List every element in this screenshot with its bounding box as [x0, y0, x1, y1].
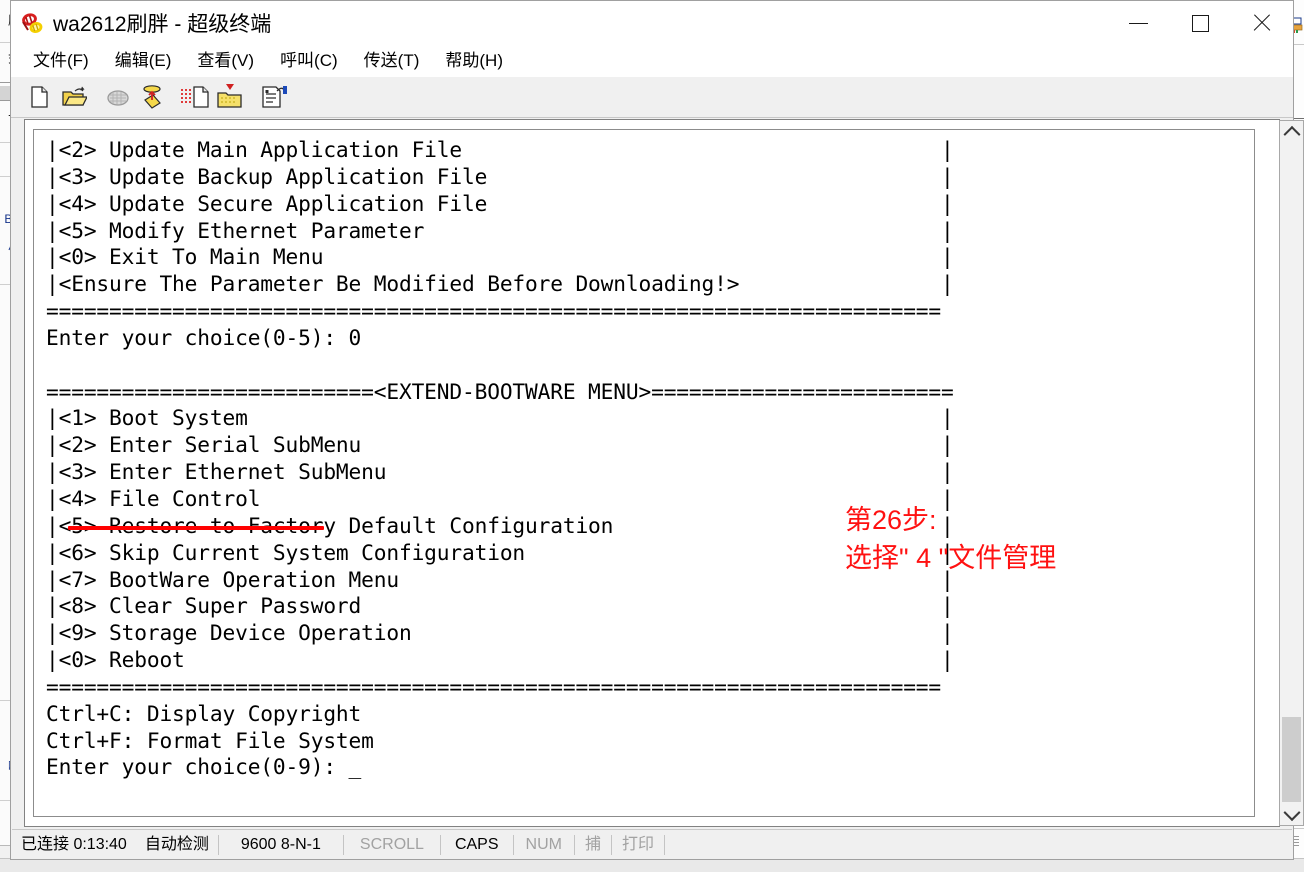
annotation-line-2: 选择" 4 "文件管理 [845, 543, 1057, 573]
menu-file[interactable]: 文件(F) [23, 46, 99, 76]
status-connected: 已连接 0:13:40 [21, 835, 127, 853]
terminal-output: |<2> Update Main Application File | |<3>… [46, 137, 954, 780]
status-serial: 9600 8-N-1 [240, 835, 321, 853]
menu-view[interactable]: 查看(V) [187, 46, 264, 76]
disconnect-button[interactable] [103, 82, 133, 112]
status-detect: 自动检测 [144, 835, 209, 853]
status-scroll: SCROLL [359, 835, 424, 853]
terminal-scrollbar[interactable] [1279, 120, 1304, 826]
menu-help[interactable]: 帮助(H) [435, 46, 513, 76]
close-button[interactable] [1231, 1, 1293, 45]
send-file-icon [181, 86, 209, 108]
menu-call[interactable]: 呼叫(C) [270, 46, 348, 76]
disconnect-phone-icon [107, 90, 129, 106]
open-folder-icon [62, 86, 87, 106]
hyperterminal-window: wa2612刷胖 - 超级终端 文件(F) 编辑(E) 查看(V) 呼叫(C) … [10, 0, 1304, 860]
chevron-down-icon [1283, 803, 1300, 821]
terminal-screen[interactable]: |<2> Update Main Application File | |<3>… [33, 129, 1255, 817]
screen: 刷 式 下 BC 片 2 哪 [0, 0, 1304, 872]
properties-icon [262, 86, 287, 108]
call-phone-icon [143, 85, 161, 109]
status-bar: 已连接 0:13:40 自动检测 9600 8-N-1 SCROLL CAPS … [12, 829, 1292, 859]
menu-edit[interactable]: 编辑(E) [105, 46, 182, 76]
maximize-button[interactable] [1169, 1, 1231, 45]
status-caps: CAPS [454, 835, 499, 853]
window-title: wa2612刷胖 - 超级终端 [53, 13, 272, 36]
status-separator [663, 834, 665, 855]
minimize-icon [1128, 22, 1148, 24]
hyperterminal-icon [19, 10, 45, 36]
status-print: 打印 [621, 835, 654, 853]
send-file-button[interactable] [181, 82, 211, 112]
menu-transfer[interactable]: 传送(T) [354, 46, 430, 76]
receive-file-icon [217, 84, 242, 108]
title-bar: wa2612刷胖 - 超级终端 [11, 1, 1293, 45]
maximize-icon [1191, 14, 1209, 32]
minimize-button[interactable] [1107, 1, 1169, 45]
scrollbar-up-button[interactable] [1280, 121, 1303, 144]
receive-file-button[interactable] [215, 82, 245, 112]
annotation-text: 第26步: 选择" 4 "文件管理 [845, 501, 1056, 577]
close-icon [1251, 12, 1273, 34]
chevron-up-icon [1283, 125, 1300, 143]
scrollbar-down-button[interactable] [1280, 802, 1303, 825]
call-button[interactable] [137, 82, 167, 112]
open-button[interactable] [59, 82, 89, 112]
menu-bar: 文件(F) 编辑(E) 查看(V) 呼叫(C) 传送(T) 帮助(H) [11, 45, 1293, 78]
annotation-underline [68, 526, 324, 530]
new-connection-icon [31, 86, 48, 108]
scrollbar-thumb[interactable] [1282, 717, 1301, 802]
status-num: NUM [525, 835, 562, 853]
status-capture: 捕 [584, 835, 601, 853]
tool-bar [11, 77, 1293, 118]
annotation-line-1: 第26步: [845, 505, 937, 535]
properties-button[interactable] [259, 82, 289, 112]
new-connection-button[interactable] [25, 82, 55, 112]
background-horizontal-scrollbar[interactable] [0, 858, 1304, 872]
